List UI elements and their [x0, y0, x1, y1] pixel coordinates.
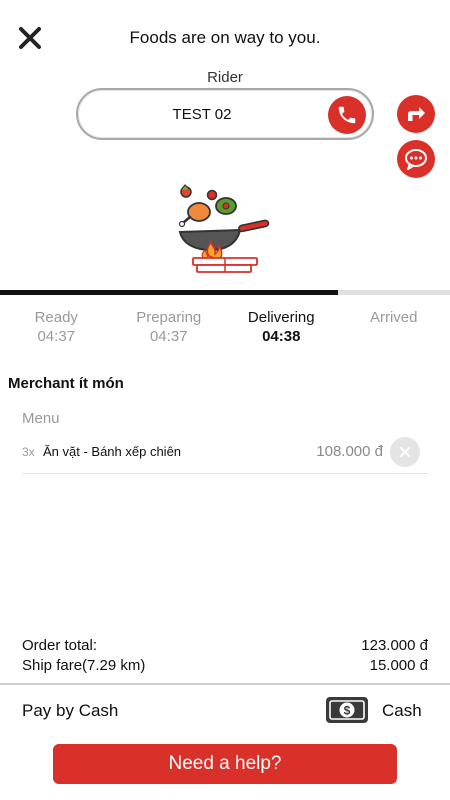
rider-name: TEST 02 [172, 106, 232, 123]
rider-label: Rider [207, 69, 243, 86]
step-label: Preparing [136, 309, 202, 326]
step-delivering: Delivering 04:38 [225, 308, 338, 352]
chat-bubble-icon [405, 149, 427, 170]
call-rider-button[interactable] [328, 96, 366, 134]
ship-fare-line: Ship fare(7.29 km) 15.000 đ [22, 656, 428, 676]
step-label: Arrived [369, 309, 418, 326]
step-label: Ready [34, 309, 78, 326]
order-totals: Order total: 123.000 đ Ship fare(7.29 km… [22, 636, 428, 676]
page-title: Foods are on way to you. [129, 28, 321, 47]
step-time: 04:37 [149, 328, 188, 345]
phone-icon [338, 106, 356, 124]
step-time: 04:38 [262, 328, 301, 345]
step-preparing: Preparing 04:37 [113, 308, 226, 352]
order-total-value: 123.000 đ [361, 637, 428, 654]
svg-text:$: $ [344, 704, 351, 718]
share-button[interactable] [397, 95, 435, 133]
progress-fill [0, 290, 338, 295]
delivery-steps: Ready 04:37 Preparing 04:37 Delivering 0… [0, 308, 450, 352]
delivery-progress-bar [0, 290, 450, 295]
payment-label: Pay by Cash [22, 701, 119, 720]
ship-fare-value: 15.000 đ [369, 657, 428, 674]
step-label: Delivering [247, 309, 315, 326]
ship-fare-label: Ship fare(7.29 km) [22, 657, 146, 674]
merchant-name: Merchant ít món [8, 375, 124, 392]
order-total-label: Order total: [22, 637, 98, 654]
item-quantity: 3x [22, 445, 35, 459]
chat-button[interactable] [397, 140, 435, 178]
item-name: Ăn vặt - Bánh xếp chiên [43, 444, 182, 459]
cooking-illustration [175, 182, 275, 274]
need-help-button[interactable]: Need a help? [53, 744, 397, 784]
divider [0, 683, 450, 685]
order-total-line: Order total: 123.000 đ [22, 636, 428, 656]
share-arrow-icon [408, 107, 425, 121]
menu-label: Menu [22, 410, 60, 427]
step-arrived: Arrived [338, 308, 450, 352]
step-time: 04:37 [37, 328, 76, 345]
cash-icon: $ [325, 696, 369, 724]
rider-card: TEST 02 [76, 88, 374, 140]
order-item-row: 3x Ăn vặt - Bánh xếp chiên 108.000 đ [22, 436, 428, 474]
close-icon [400, 447, 410, 457]
step-ready: Ready 04:37 [0, 308, 113, 352]
payment-method: Cash [382, 701, 422, 720]
item-price: 108.000 đ [316, 443, 383, 460]
remove-item-button[interactable] [390, 437, 420, 467]
